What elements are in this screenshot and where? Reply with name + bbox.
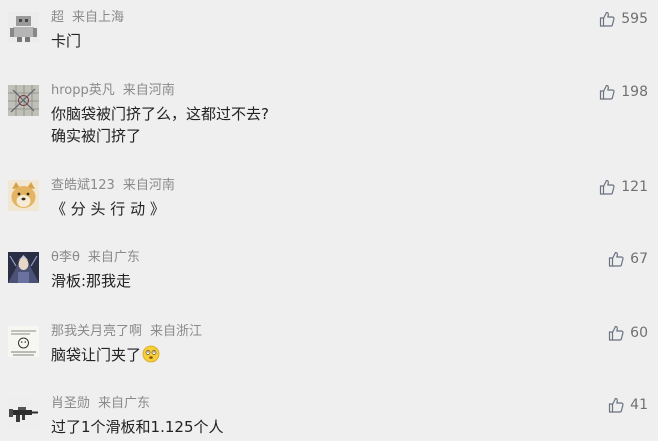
username[interactable]: hropp英凡: [51, 83, 115, 98]
comment-text: 你脑袋被门挤了么，这都过不去? 确实被门挤了: [51, 103, 269, 147]
username[interactable]: 那我关月亮了啊: [51, 324, 142, 339]
like-count: 67: [630, 251, 648, 267]
comment-text: 《 分 头 行 动 》: [51, 198, 165, 220]
comment-line-text: 脑袋让门夹了: [51, 346, 142, 364]
like-count: 60: [630, 325, 648, 341]
shiba-dog-avatar-icon: [8, 180, 39, 211]
comment-meta: 查皓斌123 来自河南: [51, 178, 175, 194]
anime-character-avatar-icon: [8, 252, 39, 283]
like-count: 198: [621, 84, 648, 100]
dizzy-face-emoji-icon: [142, 345, 160, 363]
sketch-meme-avatar-icon: [8, 326, 39, 357]
comment-text: 脑袋让门夹了: [51, 344, 160, 366]
thumbs-up-icon: [600, 179, 615, 195]
location-label: 来自上海: [72, 10, 125, 25]
like-button[interactable]: 67: [608, 250, 648, 268]
username[interactable]: 超: [51, 10, 64, 25]
username[interactable]: θ李θ: [51, 250, 80, 265]
location-label: 来自河南: [122, 83, 175, 98]
like-button[interactable]: 198: [599, 83, 648, 101]
comment-text: 卡门: [51, 30, 81, 52]
like-button[interactable]: 121: [599, 178, 648, 196]
user-avatar[interactable]: [8, 326, 39, 357]
like-button[interactable]: 595: [599, 10, 648, 28]
thumbs-up-icon: [609, 397, 624, 413]
thumbs-up-icon: [600, 11, 615, 27]
thumbs-up-icon: [600, 84, 615, 100]
rifle-avatar-icon: [8, 398, 39, 429]
comment-line: 确实被门挤了: [51, 127, 142, 145]
robot-avatar-icon: [8, 12, 39, 43]
thumbs-up-icon: [609, 251, 624, 267]
comment-line: 卡门: [51, 32, 82, 50]
comment-meta: hropp英凡 来自河南: [51, 83, 175, 99]
user-avatar[interactable]: [8, 398, 39, 429]
thumbs-up-icon: [609, 325, 624, 341]
like-count: 41: [630, 397, 648, 413]
user-avatar[interactable]: [8, 180, 39, 211]
user-avatar[interactable]: [8, 12, 39, 43]
comment-meta: 超来自上海: [51, 10, 124, 26]
location-label: 来自河南: [122, 178, 175, 193]
comment-meta: 那我关月亮了啊 来自浙江: [51, 324, 202, 340]
comment-text: 滑板:那我走: [51, 270, 131, 292]
comment-meta: 肖圣勋 来自广东: [51, 396, 150, 412]
comment-text: 过了1个滑板和1.125个人: [51, 416, 224, 438]
location-label: 来自浙江: [150, 324, 203, 339]
like-count: 595: [621, 11, 648, 27]
user-avatar[interactable]: [8, 252, 39, 283]
comment-line: 滑板:那我走: [51, 272, 132, 290]
location-label: 来自广东: [98, 396, 151, 411]
like-button[interactable]: 60: [608, 324, 648, 342]
user-avatar[interactable]: [8, 85, 39, 116]
comment-line: 脑袋让门夹了: [51, 344, 160, 366]
comment-line: 过了1个滑板和1.125个人: [51, 418, 224, 436]
grid-pattern-avatar-icon: [8, 85, 39, 116]
like-button[interactable]: 41: [608, 396, 648, 414]
comment-line: 你脑袋被门挤了么，这都过不去?: [51, 105, 269, 123]
location-label: 来自广东: [87, 250, 140, 265]
comment-line: 《 分 头 行 动 》: [51, 200, 165, 218]
username[interactable]: 查皓斌123: [51, 178, 115, 193]
username[interactable]: 肖圣勋: [51, 396, 90, 411]
like-count: 121: [621, 179, 648, 195]
comment-meta: θ李θ 来自广东: [51, 250, 140, 266]
